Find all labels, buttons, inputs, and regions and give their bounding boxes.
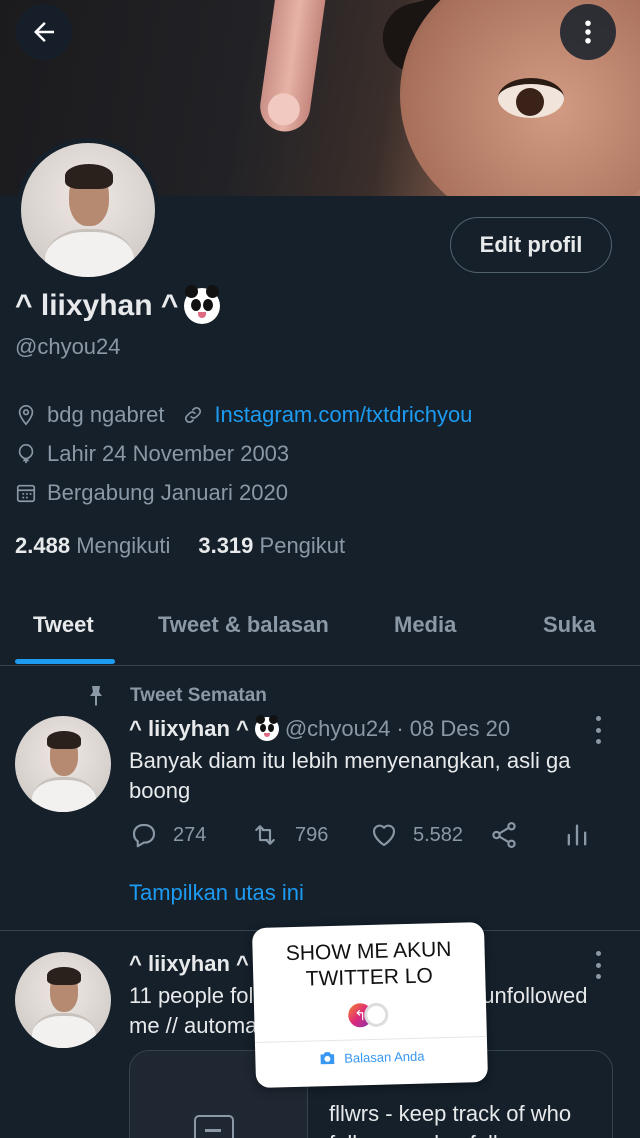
tweet-header: ^ liixyhan ^ @chyou24 · 08 Des 20	[129, 715, 510, 742]
sticker-footer-text: Balasan Anda	[344, 1048, 425, 1066]
share-icon	[492, 822, 516, 848]
card-text: fllwrs - keep track of who follows and u…	[329, 1101, 572, 1138]
reply-button[interactable]: 274	[129, 820, 206, 850]
profile-birthday: Lahir 24 November 2003	[47, 441, 290, 466]
pinned-label: Tweet Sematan	[84, 684, 267, 708]
following-count: 2.488	[15, 533, 71, 558]
more-vertical-icon	[585, 20, 591, 44]
following-label: Mengikuti	[76, 533, 171, 558]
panda-emoji-icon	[184, 285, 221, 324]
retweet-icon	[255, 825, 275, 845]
profile-meta-birthday: Lahir 24 November 2003	[15, 441, 289, 467]
profile-location: bdg ngabret	[47, 402, 165, 427]
edit-profile-button[interactable]: Edit profil	[450, 217, 612, 273]
tab-tweet[interactable]: Tweet	[33, 612, 94, 638]
more-options-button[interactable]	[560, 4, 616, 60]
display-name: ^ liixyhan ^	[15, 285, 221, 324]
followers-label: Pengikut	[259, 533, 346, 558]
document-icon	[194, 1115, 234, 1138]
heart-icon	[372, 824, 396, 847]
tweet-author-handle[interactable]: @chyou24	[285, 716, 391, 742]
profile-meta-joined: Bergabung Januari 2020	[15, 480, 288, 506]
sticker-footer[interactable]: Balasan Anda	[255, 1046, 487, 1068]
profile-avatar[interactable]	[16, 138, 160, 282]
profile-handle: @chyou24	[15, 334, 121, 359]
sticker-divider	[254, 1035, 487, 1044]
tab-likes[interactable]: Suka	[543, 612, 596, 638]
tweet-avatar[interactable]	[15, 716, 111, 812]
retweet-count: 796	[295, 823, 329, 846]
back-button[interactable]	[16, 4, 72, 60]
followers-link[interactable]: 3.319 Pengikut	[198, 533, 345, 559]
sticker-reply-avatars: ↰	[347, 1002, 397, 1028]
link-icon	[185, 406, 202, 424]
tweet-author-name[interactable]: ^ liixyhan ^	[129, 951, 249, 977]
like-count: 5.582	[413, 823, 464, 846]
location-icon	[18, 405, 34, 426]
story-question-sticker[interactable]: SHOW ME AKUN TWITTER LO ↰ Balasan Anda	[251, 921, 489, 1089]
profile-website-link[interactable]: Instagram.com/txtdrichyou	[214, 402, 472, 428]
tab-tweet-replies[interactable]: Tweet & balasan	[158, 612, 329, 638]
retweet-button[interactable]: 796	[249, 820, 328, 850]
pinned-label-text: Tweet Sematan	[130, 685, 267, 706]
following-link[interactable]: 2.488 Mengikuti	[15, 533, 170, 559]
tweet-more-button[interactable]	[590, 951, 606, 979]
arrow-left-icon	[34, 22, 54, 42]
tweet-text-line2: me // automa	[129, 1013, 258, 1038]
balloon-icon	[18, 444, 34, 464]
tab-media[interactable]: Media	[394, 612, 456, 638]
profile-tabs: Tweet Tweet & balasan Media Suka	[0, 598, 640, 666]
show-thread-link[interactable]: Tampilkan utas ini	[129, 880, 304, 906]
panda-emoji-icon	[254, 715, 279, 741]
active-tab-indicator	[15, 659, 115, 664]
tweet-actions: 274 796 5.582	[129, 820, 599, 856]
tweet-author-name[interactable]: ^ liixyhan ^	[129, 716, 249, 742]
analytics-button[interactable]	[563, 820, 591, 850]
pin-icon	[90, 686, 102, 706]
like-button[interactable]: 5.582	[369, 820, 463, 850]
tweet-text-line1-left: 11 people foll	[129, 983, 259, 1008]
sticker-question: SHOW ME AKUN TWITTER LO	[285, 937, 452, 991]
camera-icon	[320, 1052, 335, 1065]
followers-count: 3.319	[198, 533, 254, 558]
banner-eye	[498, 78, 564, 118]
profile-meta-location-link: bdg ngabret Instagram.com/txtdrichyou	[15, 402, 472, 428]
share-button[interactable]	[489, 820, 519, 850]
tweet-more-button[interactable]	[590, 716, 606, 744]
analytics-icon	[567, 824, 587, 846]
profile-joined: Bergabung Januari 2020	[47, 480, 288, 505]
tweet-date[interactable]: · 08 Des 20	[396, 716, 510, 742]
follow-stats: 2.488 Mengikuti 3.319 Pengikut	[15, 533, 345, 559]
tweet-avatar[interactable]	[15, 952, 111, 1048]
display-name-text: ^ liixyhan ^	[15, 289, 179, 322]
calendar-icon	[16, 484, 36, 503]
reply-icon	[132, 823, 156, 848]
tweet-text: Banyak diam itu lebih menyenangkan, asli…	[129, 748, 571, 803]
reply-count: 274	[173, 823, 207, 846]
tweet-text-line1-right: unfollowed	[482, 983, 588, 1008]
avatar-placeholder-icon	[363, 1002, 389, 1028]
